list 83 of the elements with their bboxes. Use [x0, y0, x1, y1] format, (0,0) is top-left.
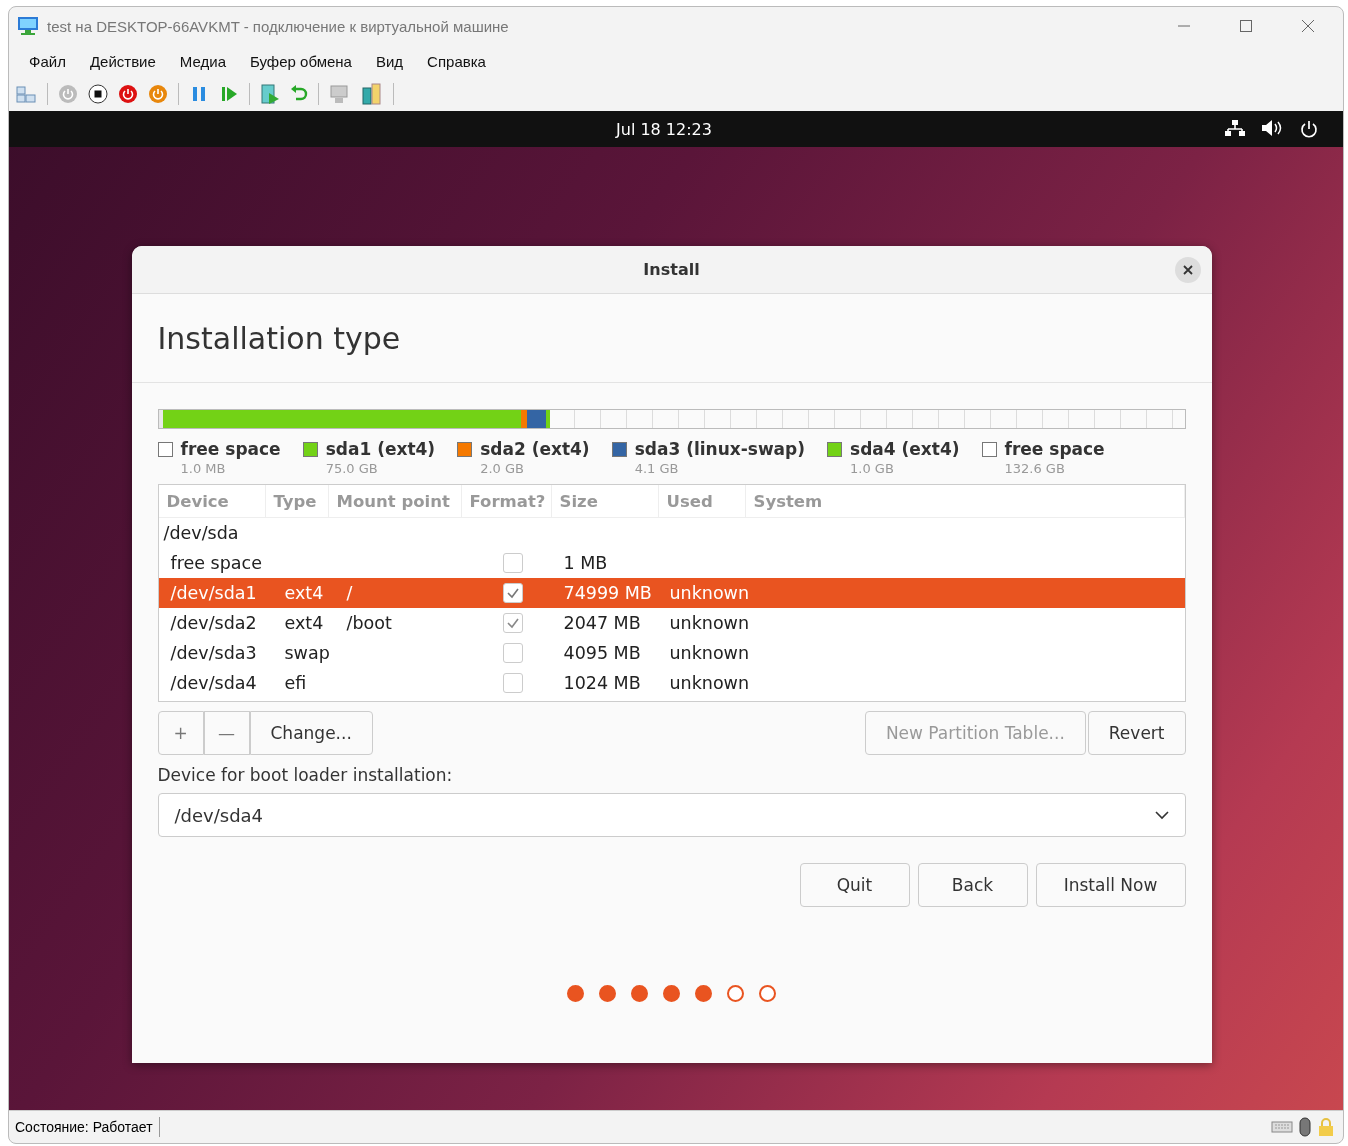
format-checkbox[interactable] — [502, 583, 523, 603]
revert-button[interactable]: Revert — [1087, 711, 1186, 755]
network-icon[interactable] — [1225, 119, 1245, 137]
table-cell: unknown — [669, 613, 750, 633]
table-cell: 74999 MB — [563, 583, 652, 603]
add-button[interactable]: + — [157, 711, 204, 755]
table-cell: 1024 MB — [563, 673, 641, 693]
dialog-title: Install — [643, 260, 700, 279]
table-row[interactable]: /dev/sda3 swap 4095 MB unknown — [158, 638, 1185, 668]
legend-size: 2.0 GB — [480, 461, 525, 476]
menu-item[interactable]: Файл — [29, 52, 66, 70]
table-cell-text: /dev/sda — [162, 523, 239, 543]
close-button[interactable] — [1174, 257, 1201, 283]
legend-label: free space — [180, 439, 281, 459]
table-cell: /dev/sda2 — [170, 613, 257, 633]
legend-size: 132.6 GB — [1004, 461, 1066, 476]
table-cell: efi — [284, 673, 307, 693]
table-cell: ext4 — [284, 583, 324, 603]
boot-loader-dropdown[interactable]: /dev/sda4 — [157, 793, 1186, 837]
legend-label: sda2 (ext4) — [480, 439, 590, 459]
format-checkbox[interactable] — [502, 553, 523, 573]
table-cell: swap — [284, 643, 330, 663]
table-cell: unknown — [669, 673, 750, 693]
check-icon — [505, 587, 520, 599]
legend-label: sda3 (linux-swap) — [634, 439, 805, 459]
legend-size: 1.0 GB — [850, 461, 895, 476]
table-cell: /dev/sda3 — [170, 643, 257, 663]
change-button[interactable]: Change... — [249, 711, 373, 755]
table-cell: 1 MB — [563, 553, 608, 573]
table-cell: /dev/sda1 — [170, 583, 257, 603]
checkpoint-icon[interactable] — [260, 83, 280, 105]
monitor-icon — [17, 16, 39, 36]
close-icon — [1182, 265, 1193, 275]
menu-item[interactable]: Буфер обмена — [250, 52, 352, 70]
chevron-down-icon — [1154, 810, 1169, 820]
power-icon[interactable] — [1299, 119, 1319, 139]
format-checkbox[interactable] — [502, 613, 523, 633]
legend-label: sda1 (ext4) — [325, 439, 436, 459]
window-title: test на DESKTOP-66AVKMT - подключение к виртуальной машине — [47, 17, 509, 35]
lock-icon — [1317, 1117, 1335, 1137]
legend-label: sda4 (ext4) — [850, 439, 960, 459]
table-row[interactable]: /dev/sda4 efi 1024 MB unknown — [158, 668, 1185, 698]
close-icon[interactable] — [1301, 19, 1315, 33]
table-cell: unknown — [669, 643, 750, 663]
dialog-button[interactable]: Quit — [799, 863, 910, 907]
legend-size: 75.0 GB — [325, 461, 379, 476]
status-text: Состояние: Работает — [15, 1119, 153, 1135]
legend-size: 4.1 GB — [634, 461, 680, 476]
remove-button[interactable]: — — [203, 711, 250, 755]
table-cell: ext4 — [284, 613, 324, 633]
dialog-button[interactable]: Install Now — [1035, 863, 1186, 907]
ctrl-alt-del-icon[interactable] — [15, 84, 37, 104]
mouse-icon — [1299, 1117, 1311, 1137]
dialog-button[interactable]: Back — [917, 863, 1028, 907]
table-cell: 4095 MB — [563, 643, 641, 663]
table-cell: unknown — [669, 583, 750, 603]
table-cell: 2047 MB — [563, 613, 641, 633]
volume-icon[interactable] — [1261, 119, 1283, 137]
clock[interactable]: Jul 18 12:23 — [616, 119, 712, 139]
page-heading: Installation type — [157, 320, 401, 356]
menu-item[interactable]: Справка — [427, 52, 486, 70]
keyboard-icon — [1271, 1120, 1293, 1134]
computer-icon[interactable] — [329, 83, 351, 105]
legend-size: 1.0 MB — [180, 461, 227, 476]
menu-item[interactable]: Вид — [375, 52, 404, 70]
check-icon — [505, 617, 520, 629]
stop-icon[interactable] — [88, 84, 108, 104]
format-checkbox[interactable] — [502, 643, 523, 663]
menu-item[interactable]: Медиа — [179, 52, 226, 70]
table-cell: /boot — [346, 613, 392, 633]
maximize-icon[interactable] — [1239, 19, 1253, 33]
menu-item[interactable]: Действие — [89, 52, 156, 70]
table-row[interactable]: /dev/sda1 ext4 / 74999 MB unknown — [158, 578, 1185, 608]
table-row[interactable]: free space 1 MB — [158, 548, 1185, 578]
table-row[interactable]: /dev/sda2 ext4 /boot 2047 MB unknown — [158, 608, 1185, 638]
table-cell: /dev/sda4 — [170, 673, 257, 693]
format-checkbox[interactable] — [502, 673, 523, 693]
boot-loader-label: Device for boot loader installation: — [157, 765, 454, 785]
play-icon[interactable] — [219, 84, 239, 104]
legend-label: free space — [1004, 439, 1105, 459]
table-cell: free space — [170, 553, 262, 573]
server-icon[interactable] — [361, 83, 383, 105]
table-cell: / — [346, 583, 353, 603]
